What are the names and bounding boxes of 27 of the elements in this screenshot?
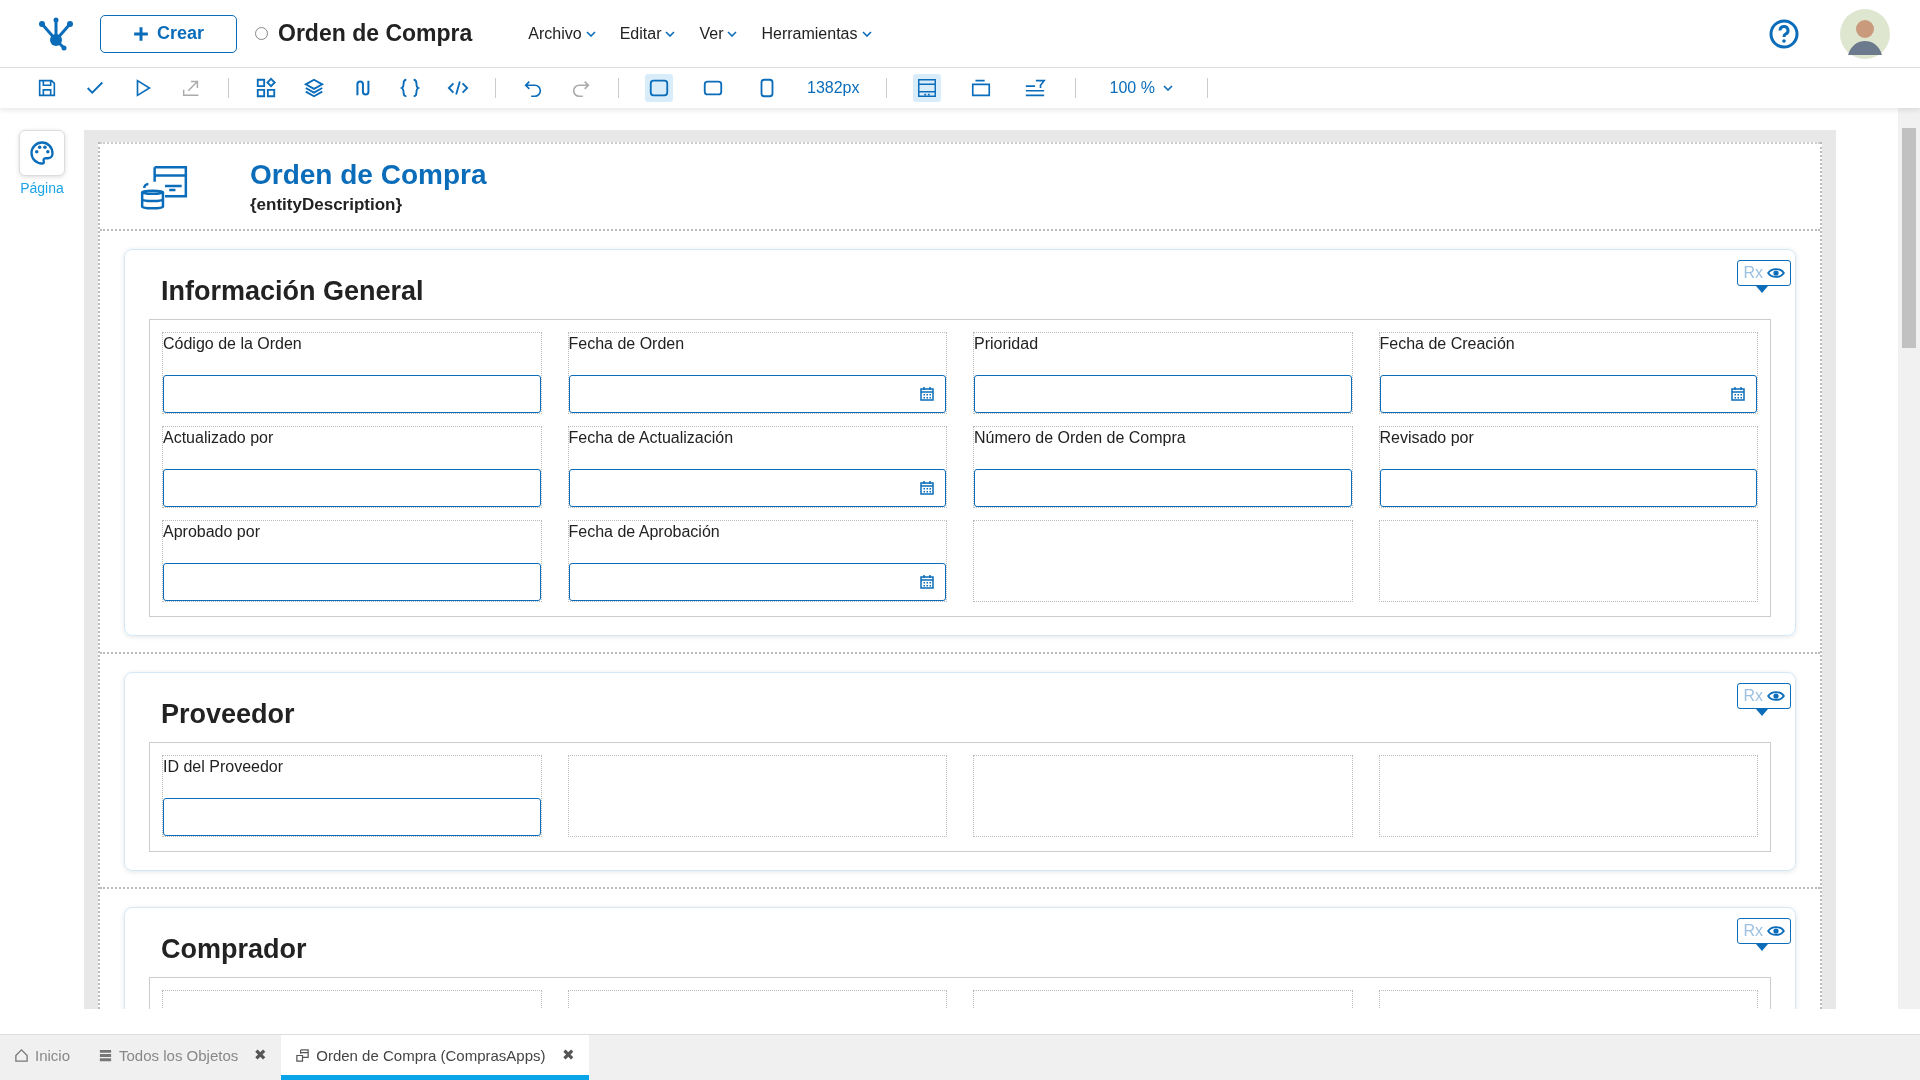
field-label: Aprobado por: [163, 522, 261, 541]
field-label: Código de la Orden: [163, 334, 303, 353]
width-reading: 1382px: [807, 79, 860, 97]
field-label: Prioridad: [974, 334, 1040, 353]
field-label: Fecha de Creación: [1379, 334, 1516, 353]
field-label: Fecha de Aprobación: [568, 522, 721, 541]
zoom-dropdown[interactable]: 100 %: [1101, 79, 1181, 97]
section-title: Proveedor: [161, 699, 295, 730]
menu-item[interactable]: Editar: [619, 24, 676, 43]
menu-item[interactable]: Herramientas: [761, 24, 872, 43]
field-label: Actualizado por: [163, 428, 275, 447]
field-label: Número de Orden de Compra: [974, 428, 1187, 447]
menu-item[interactable]: Ver: [699, 24, 738, 43]
document-title: Orden de Compra: [278, 20, 473, 47]
field-label: ID del Proveedor: [163, 757, 285, 776]
entity-description: {entityDescription}: [250, 194, 404, 215]
field-label: Revisado por: [1379, 428, 1475, 447]
page-title: Orden de Compra: [250, 158, 487, 191]
create-button[interactable]: Crear: [100, 14, 238, 53]
field-label: Fecha de Actualización: [568, 428, 735, 447]
field-label: Fecha de Orden: [568, 334, 686, 353]
section-title: Información General: [161, 276, 424, 307]
document-tab[interactable]: Orden de Compra (ComprasApps) ✖: [281, 1035, 589, 1080]
menu-item[interactable]: Archivo: [528, 24, 596, 43]
document-tab[interactable]: Todos los Objetos ✖: [84, 1035, 282, 1080]
page-label: Página: [20, 180, 64, 196]
section-title: Comprador: [161, 934, 307, 965]
